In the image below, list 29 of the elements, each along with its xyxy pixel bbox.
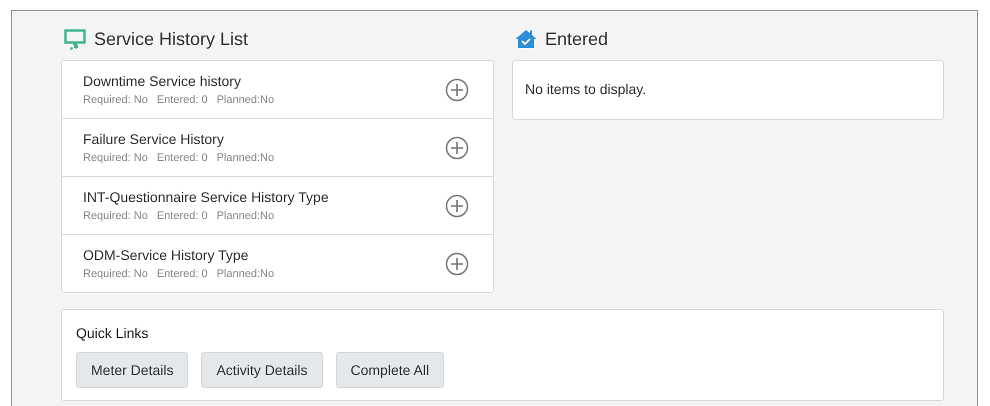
add-button[interactable]	[445, 194, 469, 218]
planned-status: Planned:No	[216, 268, 274, 280]
item-title: ODM-Service History Type	[83, 247, 250, 263]
required-status: Required: No	[83, 152, 148, 164]
required-status: Required: No	[83, 210, 148, 222]
add-button[interactable]	[445, 136, 469, 160]
item-title: INT-Questionnaire Service History Type	[83, 189, 330, 205]
item-title: Failure Service History	[83, 131, 225, 147]
item-title: Downtime Service history	[83, 73, 242, 89]
section-title: Entered	[545, 28, 608, 51]
entered-count: Entered: 0	[156, 152, 208, 164]
required-status: Required: No	[83, 268, 148, 280]
quick-link-button[interactable]: Activity Details	[201, 352, 322, 388]
planned-status: Planned:No	[216, 210, 274, 222]
section-title: Service History List	[94, 28, 248, 51]
quick-link-button[interactable]: Meter Details	[76, 352, 188, 388]
entered-count: Entered: 0	[156, 268, 208, 280]
quick-links-title: Quick Links	[76, 325, 150, 341]
add-button[interactable]	[445, 78, 469, 102]
required-status: Required: No	[83, 94, 148, 106]
planned-status: Planned:No	[216, 152, 274, 164]
add-button[interactable]	[445, 252, 469, 276]
house-check-icon	[515, 29, 537, 49]
empty-message: No items to display.	[525, 81, 646, 97]
planned-status: Planned:No	[216, 94, 274, 106]
entered-count: Entered: 0	[156, 210, 208, 222]
entered-count: Entered: 0	[156, 94, 208, 106]
monitor-icon	[64, 28, 86, 50]
quick-link-button[interactable]: Complete All	[336, 352, 444, 388]
